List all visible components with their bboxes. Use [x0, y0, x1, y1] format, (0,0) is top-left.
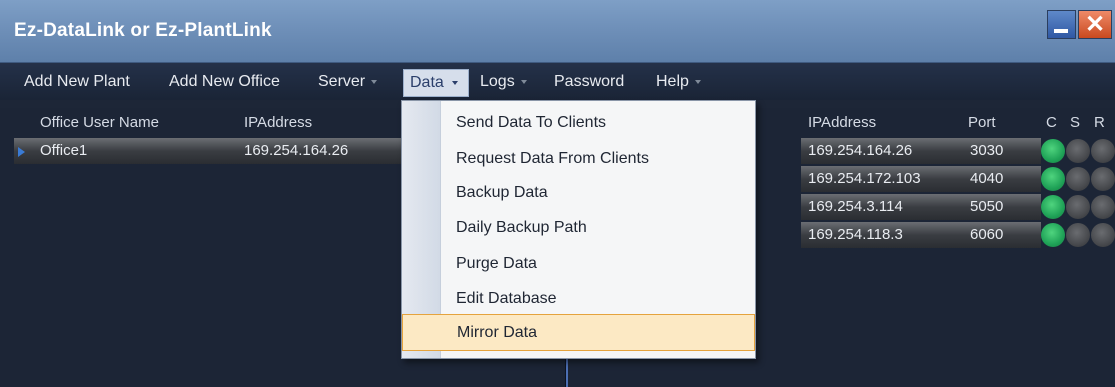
office-ip-cell: 169.254.164.26	[244, 142, 349, 159]
chevron-down-icon	[694, 79, 701, 84]
menu-item-label: Edit Database	[456, 290, 557, 307]
menu-item-request-data-from-clients[interactable]: Request Data From Clients	[402, 141, 755, 176]
plant-ip-cell: 169.254.3.114	[808, 198, 903, 215]
plant-ip-cell: 169.254.164.26	[808, 142, 913, 159]
menu-item-purge-data[interactable]: Purge Data	[402, 246, 755, 281]
column-header-c[interactable]: C	[1046, 114, 1057, 131]
menu-password[interactable]: Password	[554, 73, 624, 91]
idle-status-icon	[1066, 223, 1090, 247]
menu-label: Help	[656, 73, 689, 90]
menu-item-label: Request Data From Clients	[456, 150, 649, 167]
menu-item-send-data-to-clients[interactable]: Send Data To Clients	[402, 105, 755, 140]
idle-status-icon	[1091, 139, 1115, 163]
menu-item-label: Backup Data	[456, 184, 548, 201]
column-header-r[interactable]: R	[1094, 114, 1105, 131]
idle-status-icon	[1091, 167, 1115, 191]
menu-add-new-office[interactable]: Add New Office	[169, 73, 280, 91]
office-name-cell: Office1	[40, 142, 88, 159]
title-bar: Ez-DataLink or Ez-PlantLink ✕	[0, 0, 1115, 63]
connected-status-icon	[1041, 167, 1065, 191]
column-header-ipaddress[interactable]: IPAddress	[808, 114, 876, 131]
idle-status-icon	[1066, 167, 1090, 191]
menu-item-backup-data[interactable]: Backup Data	[402, 175, 755, 210]
menu-label: Add New Plant	[24, 73, 130, 90]
plant-ip-cell: 169.254.118.3	[808, 226, 903, 243]
menu-item-edit-database[interactable]: Edit Database	[402, 281, 755, 316]
menu-item-label: Send Data To Clients	[456, 114, 607, 131]
plant-port-cell: 5050	[970, 198, 1004, 215]
menu-label: Server	[318, 73, 366, 90]
plant-ip-cell: 169.254.172.103	[808, 170, 921, 187]
menu-server[interactable]: Server	[318, 73, 378, 91]
menu-label: Data	[410, 74, 444, 91]
idle-status-icon	[1091, 195, 1115, 219]
menu-add-new-plant[interactable]: Add New Plant	[24, 73, 130, 91]
chevron-down-icon	[452, 81, 458, 85]
plant-port-cell: 4040	[970, 170, 1004, 187]
chevron-down-icon	[520, 79, 527, 84]
menu-label: Password	[554, 73, 625, 90]
menu-item-mirror-data[interactable]: Mirror Data	[402, 314, 755, 351]
close-button[interactable]: ✕	[1078, 10, 1112, 39]
menu-data[interactable]: Data	[403, 69, 469, 97]
column-header-port[interactable]: Port	[968, 114, 996, 131]
menu-item-label: Purge Data	[456, 255, 537, 272]
menu-help[interactable]: Help	[656, 73, 701, 91]
connected-status-icon	[1041, 139, 1065, 163]
menu-item-daily-backup-path[interactable]: Daily Backup Path	[402, 210, 755, 245]
data-dropdown-menu: Send Data To Clients Request Data From C…	[401, 100, 756, 359]
window-title: Ez-DataLink or Ez-PlantLink	[14, 20, 272, 41]
connected-status-icon	[1041, 223, 1065, 247]
plant-port-cell: 3030	[970, 142, 1004, 159]
menu-label: Add New Office	[169, 73, 280, 90]
menu-item-label: Daily Backup Path	[456, 219, 587, 236]
column-header-office-user-name[interactable]: Office User Name	[40, 114, 159, 131]
minimize-button[interactable]	[1047, 10, 1076, 39]
idle-status-icon	[1091, 223, 1115, 247]
menu-label: Logs	[480, 73, 515, 90]
menu-logs[interactable]: Logs	[480, 73, 527, 91]
idle-status-icon	[1066, 195, 1090, 219]
plant-port-cell: 6060	[970, 226, 1004, 243]
row-selector-arrow-icon	[18, 147, 25, 157]
connected-status-icon	[1041, 195, 1065, 219]
column-header-ipaddress[interactable]: IPAddress	[244, 114, 312, 131]
chevron-down-icon	[371, 79, 378, 84]
idle-status-icon	[1066, 139, 1090, 163]
menu-item-label: Mirror Data	[457, 324, 538, 341]
column-header-s[interactable]: S	[1070, 114, 1080, 131]
